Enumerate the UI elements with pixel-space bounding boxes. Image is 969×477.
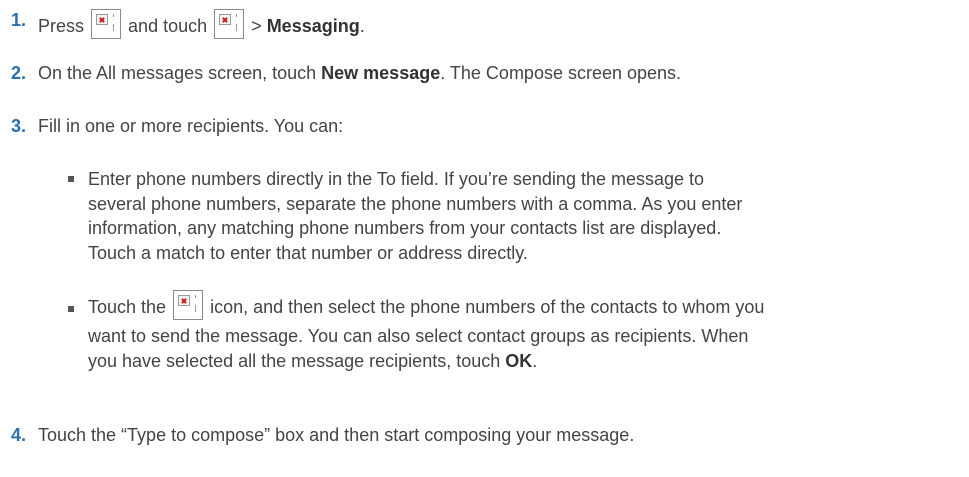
step-text: Press and touch > Messaging. xyxy=(38,9,365,39)
bullet-line: Touch a match to enter that number or ad… xyxy=(88,242,528,263)
bullet-marker xyxy=(68,176,74,182)
bullet-text: Touch the xyxy=(88,297,167,317)
bullet-text: you have selected all the message recipi… xyxy=(88,350,506,371)
bullet-marker xyxy=(68,306,74,312)
step-1-and-touch: and touch xyxy=(128,16,208,36)
step-text: On the All messages screen, touch New me… xyxy=(38,62,681,84)
step-1-messaging: Messaging xyxy=(266,16,360,36)
step-1-period: . xyxy=(359,16,365,36)
bullet-line: want to send the message. You can also s… xyxy=(88,326,749,346)
step-number: 2. xyxy=(11,63,27,83)
step-number: 1. xyxy=(11,10,27,30)
home-key-icon xyxy=(91,9,122,39)
contacts-icon xyxy=(173,290,204,320)
bullet-text: icon, and then select the phone numbers … xyxy=(210,297,765,317)
step-2-post: . The Compose screen opens. xyxy=(440,63,682,83)
bullet-text: . xyxy=(532,350,538,371)
applications-icon xyxy=(214,9,245,39)
bullet-line: several phone numbers, separate the phon… xyxy=(88,193,743,214)
step-2-pre: On the All messages screen, touch xyxy=(38,63,322,83)
bullet-line: Touch the icon, and then select the phon… xyxy=(88,290,958,324)
bullet-item-select-contacts: Touch the icon, and then select the phon… xyxy=(68,290,958,374)
bullet-item-enter-numbers: Enter phone numbers directly in the To f… xyxy=(68,167,958,265)
step-text: Touch the “Type to compose” box and then… xyxy=(38,425,635,445)
step-1-arrow: > xyxy=(251,16,262,36)
step-number: 3. xyxy=(11,116,27,136)
step-number: 4. xyxy=(11,425,27,445)
instruction-document: 1. Press and touch > Messaging. 2. On th… xyxy=(0,0,969,477)
step-2-new-message: New message xyxy=(321,63,441,83)
bullet-line: Enter phone numbers directly in the To f… xyxy=(88,169,705,189)
step-text: Fill in one or more recipients. You can: xyxy=(38,116,344,136)
ok-label: OK xyxy=(505,350,533,371)
bullet-line: you have selected all the message recipi… xyxy=(88,349,958,374)
bullet-line: information, any matching phone numbers … xyxy=(88,218,722,238)
step-1-press: Press xyxy=(38,16,85,36)
